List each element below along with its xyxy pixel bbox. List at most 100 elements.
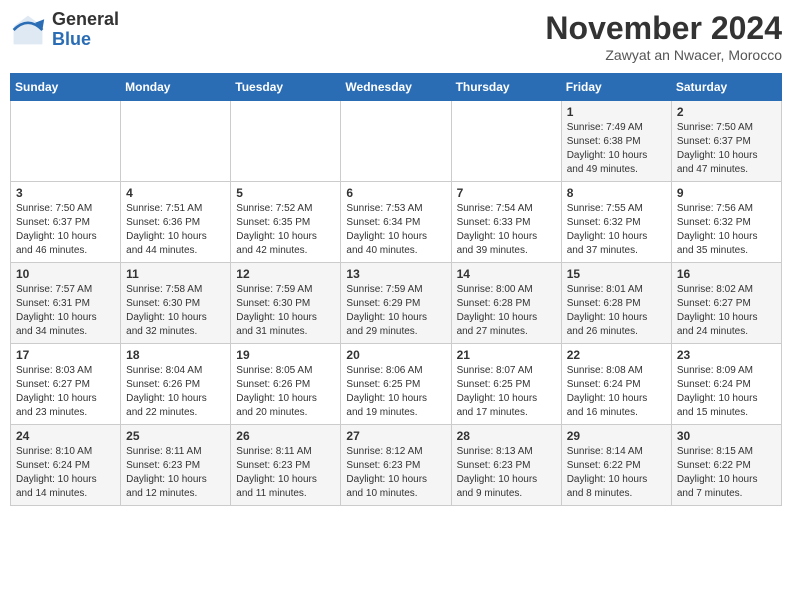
calendar-week-row: 3Sunrise: 7:50 AMSunset: 6:37 PMDaylight… [11, 182, 782, 263]
day-number: 16 [677, 267, 776, 281]
day-number: 26 [236, 429, 335, 443]
day-number: 29 [567, 429, 666, 443]
day-number: 6 [346, 186, 445, 200]
calendar-cell: 13Sunrise: 7:59 AMSunset: 6:29 PMDayligh… [341, 263, 451, 344]
calendar-cell: 19Sunrise: 8:05 AMSunset: 6:26 PMDayligh… [231, 344, 341, 425]
day-number: 10 [16, 267, 115, 281]
day-number: 25 [126, 429, 225, 443]
day-number: 27 [346, 429, 445, 443]
weekday-header: Monday [121, 74, 231, 101]
calendar-cell: 21 Sunrise: 8:07 AMSunset: 6:25 PMDayligh… [451, 344, 561, 425]
day-info: Sunrise: 8:15 AMSunset: 6:22 PMDaylight:… [677, 445, 776, 501]
month-title: November 2024 [545, 10, 782, 47]
day-info: Sunrise: 8:02 AMSunset: 6:27 PMDaylight:… [677, 283, 776, 339]
day-number: 3 [16, 186, 115, 200]
calendar-week-row: 10 Sunrise: 7:57 AMSunset: 6:31 PMDayligh… [11, 263, 782, 344]
day-info: Sunrise: 8:10 AMSunset: 6:24 PMDaylight:… [16, 445, 115, 501]
calendar-cell: 2Sunrise: 7:50 AMSunset: 6:37 PMDaylight… [671, 101, 781, 182]
day-number: 4 [126, 186, 225, 200]
day-number: 1 [567, 105, 666, 119]
day-number: 28 [457, 429, 556, 443]
calendar-cell: 1 Sunrise: 7:49 AMSunset: 6:38 PMDaylight… [561, 101, 671, 182]
calendar-cell: 25Sunrise: 8:11 AMSunset: 6:23 PMDayligh… [121, 425, 231, 506]
calendar-cell: 29 Sunrise: 8:14 AMSunset: 6:22 PMDayligh… [561, 425, 671, 506]
day-info: Sunrise: 8:05 AMSunset: 6:26 PMDaylight:… [236, 364, 335, 420]
day-number: 9 [677, 186, 776, 200]
day-info: Sunrise: 7:59 AMSunset: 6:30 PMDaylight:… [236, 283, 335, 339]
day-info: Sunrise: 7:58 AMSunset: 6:30 PMDaylight:… [126, 283, 225, 339]
day-info: Sunrise: 8:06 AMSunset: 6:25 PMDaylight:… [346, 364, 445, 420]
calendar-cell: 16 Sunrise: 8:02 AMSunset: 6:27 PMDayligh… [671, 263, 781, 344]
day-number: 15 [567, 267, 666, 281]
day-info: Sunrise: 7:57 AMSunset: 6:31 PMDaylight:… [16, 283, 115, 339]
day-info: Sunrise: 7:56 AMSunset: 6:32 PMDaylight:… [677, 202, 776, 258]
calendar-cell: 22 Sunrise: 8:08 AMSunset: 6:24 PMDayligh… [561, 344, 671, 425]
calendar-cell: 10 Sunrise: 7:57 AMSunset: 6:31 PMDayligh… [11, 263, 121, 344]
calendar-cell [451, 101, 561, 182]
day-number: 23 [677, 348, 776, 362]
day-info: Sunrise: 8:01 AMSunset: 6:28 PMDaylight:… [567, 283, 666, 339]
calendar-cell [11, 101, 121, 182]
day-number: 17 [16, 348, 115, 362]
calendar-cell: 9 Sunrise: 7:56 AMSunset: 6:32 PMDaylight… [671, 182, 781, 263]
day-number: 30 [677, 429, 776, 443]
logo-blue: Blue [52, 30, 119, 50]
day-info: Sunrise: 8:07 AMSunset: 6:25 PMDaylight:… [457, 364, 556, 420]
calendar-cell: 8Sunrise: 7:55 AMSunset: 6:32 PMDaylight… [561, 182, 671, 263]
calendar-cell: 24 Sunrise: 8:10 AMSunset: 6:24 PMDayligh… [11, 425, 121, 506]
calendar-cell: 20 Sunrise: 8:06 AMSunset: 6:25 PMDayligh… [341, 344, 451, 425]
day-info: Sunrise: 7:50 AMSunset: 6:37 PMDaylight:… [677, 121, 776, 177]
day-info: Sunrise: 8:14 AMSunset: 6:22 PMDaylight:… [567, 445, 666, 501]
weekday-header: Thursday [451, 74, 561, 101]
calendar-cell: 14Sunrise: 8:00 AMSunset: 6:28 PMDayligh… [451, 263, 561, 344]
day-number: 22 [567, 348, 666, 362]
calendar-week-row: 17 Sunrise: 8:03 AMSunset: 6:27 PMDayligh… [11, 344, 782, 425]
day-info: Sunrise: 7:51 AMSunset: 6:36 PMDaylight:… [126, 202, 225, 258]
day-number: 20 [346, 348, 445, 362]
calendar-cell: 23Sunrise: 8:09 AMSunset: 6:24 PMDayligh… [671, 344, 781, 425]
day-info: Sunrise: 7:54 AMSunset: 6:33 PMDaylight:… [457, 202, 556, 258]
calendar-cell: 28 Sunrise: 8:13 AMSunset: 6:23 PMDayligh… [451, 425, 561, 506]
weekday-header: Tuesday [231, 74, 341, 101]
calendar-week-row: 24 Sunrise: 8:10 AMSunset: 6:24 PMDayligh… [11, 425, 782, 506]
day-number: 14 [457, 267, 556, 281]
logo: General Blue [10, 10, 119, 50]
day-info: Sunrise: 8:12 AMSunset: 6:23 PMDaylight:… [346, 445, 445, 501]
weekday-header: Friday [561, 74, 671, 101]
calendar-cell: 12Sunrise: 7:59 AMSunset: 6:30 PMDayligh… [231, 263, 341, 344]
weekday-header: Saturday [671, 74, 781, 101]
day-info: Sunrise: 7:49 AMSunset: 6:38 PMDaylight:… [567, 121, 666, 177]
day-number: 24 [16, 429, 115, 443]
calendar-cell [231, 101, 341, 182]
day-info: Sunrise: 8:13 AMSunset: 6:23 PMDaylight:… [457, 445, 556, 501]
day-number: 21 [457, 348, 556, 362]
calendar-cell: 17 Sunrise: 8:03 AMSunset: 6:27 PMDayligh… [11, 344, 121, 425]
calendar-cell: 18Sunrise: 8:04 AMSunset: 6:26 PMDayligh… [121, 344, 231, 425]
day-info: Sunrise: 8:08 AMSunset: 6:24 PMDaylight:… [567, 364, 666, 420]
weekday-header-row: SundayMondayTuesdayWednesdayThursdayFrid… [11, 74, 782, 101]
day-info: Sunrise: 7:53 AMSunset: 6:34 PMDaylight:… [346, 202, 445, 258]
day-info: Sunrise: 8:04 AMSunset: 6:26 PMDaylight:… [126, 364, 225, 420]
weekday-header: Wednesday [341, 74, 451, 101]
day-number: 8 [567, 186, 666, 200]
logo-icon [10, 12, 46, 48]
calendar-table: SundayMondayTuesdayWednesdayThursdayFrid… [10, 73, 782, 506]
calendar-cell: 30 Sunrise: 8:15 AMSunset: 6:22 PMDayligh… [671, 425, 781, 506]
day-number: 7 [457, 186, 556, 200]
day-info: Sunrise: 8:11 AMSunset: 6:23 PMDaylight:… [236, 445, 335, 501]
calendar-cell: 11 Sunrise: 7:58 AMSunset: 6:30 PMDayligh… [121, 263, 231, 344]
calendar-week-row: 1 Sunrise: 7:49 AMSunset: 6:38 PMDaylight… [11, 101, 782, 182]
day-info: Sunrise: 8:03 AMSunset: 6:27 PMDaylight:… [16, 364, 115, 420]
page-header: General Blue November 2024 Zawyat an Nwa… [10, 10, 782, 63]
day-number: 5 [236, 186, 335, 200]
calendar-cell: 4 Sunrise: 7:51 AMSunset: 6:36 PMDaylight… [121, 182, 231, 263]
logo-text: General Blue [52, 10, 119, 50]
day-number: 11 [126, 267, 225, 281]
calendar-cell: 27 Sunrise: 8:12 AMSunset: 6:23 PMDayligh… [341, 425, 451, 506]
calendar-cell [341, 101, 451, 182]
weekday-header: Sunday [11, 74, 121, 101]
title-block: November 2024 Zawyat an Nwacer, Morocco [545, 10, 782, 63]
day-info: Sunrise: 7:52 AMSunset: 6:35 PMDaylight:… [236, 202, 335, 258]
calendar-cell: 26 Sunrise: 8:11 AMSunset: 6:23 PMDayligh… [231, 425, 341, 506]
calendar-cell [121, 101, 231, 182]
